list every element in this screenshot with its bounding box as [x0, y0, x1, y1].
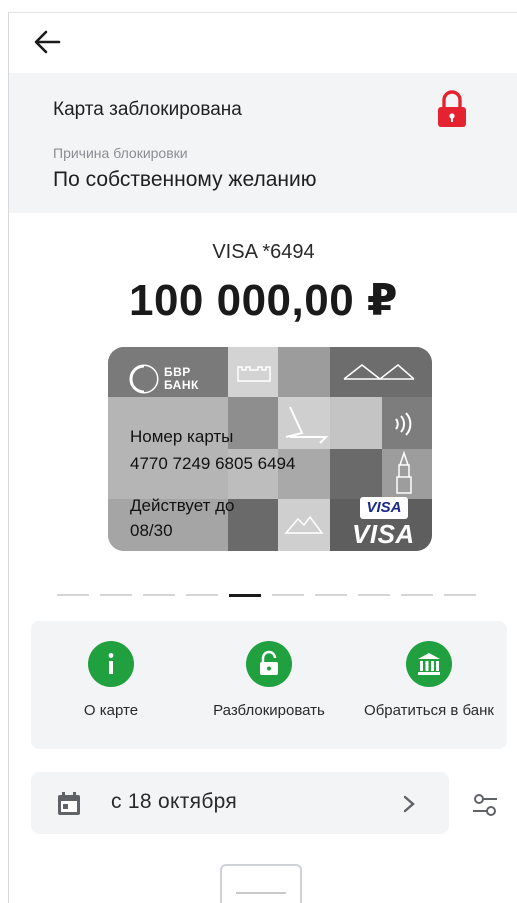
about-card-button[interactable]: О карте: [36, 621, 186, 749]
bank-icon: [406, 641, 452, 687]
unlock-icon: [246, 641, 292, 687]
bank-logo-icon: [129, 364, 159, 394]
lock-red-icon: [435, 89, 469, 129]
period-label: с 18 октября: [111, 790, 238, 813]
pager-dot[interactable]: [57, 594, 89, 596]
top-bar: [9, 13, 517, 73]
arrow-left-icon: [34, 30, 61, 54]
pager-dot[interactable]: [186, 594, 218, 596]
card-number-label: Номер карты: [130, 427, 234, 446]
bottom-sheet-handle[interactable]: [220, 864, 302, 903]
calendar-icon: [58, 792, 80, 815]
visa-badge: VISA: [360, 497, 408, 519]
contact-bank-label: Обратиться в банк: [364, 702, 494, 719]
pager-dot[interactable]: [444, 594, 476, 596]
mountain-icon: [284, 515, 324, 534]
bridge-icon: [343, 364, 415, 380]
pager-dot[interactable]: [358, 594, 390, 596]
pager-dot[interactable]: [100, 594, 132, 596]
blocked-status-title: Карта заблокирована: [53, 99, 242, 120]
contactless-icon: [395, 412, 412, 436]
fortress-icon: [237, 366, 271, 382]
card-pager: [57, 594, 477, 598]
filter-sliders-icon: [473, 794, 497, 816]
card-name: VISA *6494: [212, 241, 315, 263]
back-button[interactable]: [31, 27, 65, 57]
handle-line: [236, 892, 286, 894]
unblock-label: Разблокировать: [213, 702, 325, 719]
card-valid-label: Действует до: [130, 496, 235, 515]
monument-icon: [285, 406, 329, 444]
blocked-status-panel: Карта заблокирована Причина блокировки П…: [9, 73, 517, 213]
card-valid-value: 08/30: [130, 521, 173, 540]
pager-dot[interactable]: [315, 594, 347, 596]
block-reason-label: Причина блокировки: [53, 145, 188, 161]
card-number: 4770 7249 6805 6494: [130, 454, 296, 473]
bank-logo: БВР БАНК: [128, 363, 218, 395]
filter-button[interactable]: [471, 791, 499, 819]
pager-dot-active[interactable]: [229, 594, 261, 597]
pager-dot[interactable]: [272, 594, 304, 596]
kremlin-tower-icon: [396, 451, 412, 494]
bank-logo-line1: БВР: [164, 365, 191, 379]
card-balance: 100 000,00 ₽: [128, 276, 399, 325]
pager-dot[interactable]: [401, 594, 433, 596]
screen: Карта заблокирована Причина блокировки П…: [8, 12, 517, 903]
card-actions-panel: О карте Разблокировать Обратиться в банк: [31, 621, 507, 749]
chevron-right-icon: [403, 795, 415, 813]
visa-logo: VISA: [352, 519, 415, 549]
bank-logo-line2: БАНК: [164, 378, 199, 392]
unblock-button[interactable]: Разблокировать: [194, 621, 344, 749]
about-card-label: О карте: [83, 702, 139, 719]
period-selector[interactable]: с 18 октября: [31, 772, 449, 834]
contact-bank-button[interactable]: Обратиться в банк: [354, 621, 504, 749]
pager-dot[interactable]: [143, 594, 175, 596]
block-reason-value: По собственному желанию: [53, 168, 317, 191]
bank-card-image[interactable]: БВР БАНК Номер карты 4770 7249 6805 6494…: [108, 347, 432, 551]
info-icon: [88, 641, 134, 687]
